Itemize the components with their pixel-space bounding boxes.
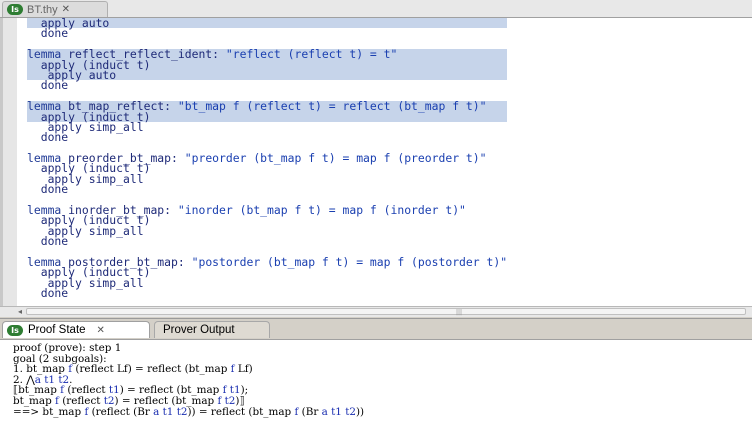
proof-text: (reflect (Br <box>88 405 154 418</box>
scrollbar-thumb[interactable]: ||| <box>26 308 746 316</box>
close-icon[interactable]: ✕ <box>97 325 105 336</box>
bottom-tab-bar: Is Proof State ✕ Prover Output <box>0 318 752 339</box>
tab-prover-output[interactable]: Prover Output <box>154 321 270 338</box>
code-line[interactable]: apply simp_all <box>27 173 507 184</box>
code-token: done <box>27 234 69 249</box>
string-token: "inorder (bt_map f t) = map f (inorder t… <box>177 203 466 218</box>
close-icon[interactable]: ✕ <box>62 4 70 15</box>
isabelle-theory-icon: Is <box>7 4 23 15</box>
proof-state-line: ==> bt_map f (reflect (Br a t1 t2)) = re… <box>13 405 365 418</box>
proof-text: )) = reflect (bt_map <box>187 405 295 418</box>
code-line[interactable]: apply simp_all <box>27 277 507 288</box>
scrollbar-grip-icon: ||| <box>456 309 463 316</box>
bound-variable: a t1 t2 <box>321 405 356 418</box>
proof-text: Lf) <box>234 363 253 376</box>
string-token: "postorder (bt_map f t) = map f (postord… <box>191 254 508 269</box>
tab-proof-state[interactable]: Is Proof State ✕ <box>2 321 150 338</box>
code-token: done <box>27 26 69 41</box>
code-line[interactable]: apply auto <box>27 18 508 29</box>
horizontal-scrollbar[interactable]: ◂ ||| <box>0 306 752 317</box>
isabelle-proof-icon: Is <box>7 324 23 336</box>
code-token: done <box>27 78 69 93</box>
editor-tab-label: BT.thy <box>27 3 58 16</box>
code-token: done <box>27 286 69 301</box>
editor-ruler <box>3 18 17 306</box>
code-line[interactable]: apply auto <box>27 69 508 81</box>
code-line[interactable]: apply simp_all <box>27 121 507 132</box>
editor-tab-bt-thy[interactable]: Is BT.thy ✕ <box>2 1 108 17</box>
tab-proof-state-label: Proof State <box>28 324 86 336</box>
string-token: "preorder (bt_map f t) = map f (preorder… <box>184 151 487 166</box>
string-token: "bt_map f (reflect t) = reflect (bt_map … <box>177 99 487 114</box>
proof-state-text: proof (prove): step 1 goal (2 subgoals): 1… <box>13 343 364 417</box>
string-token: "reflect (reflect t) = t" <box>225 47 398 62</box>
editor-tab-bar: Is BT.thy ✕ <box>0 0 752 18</box>
proof-text: (reflect Lf) = reflect (bt_map <box>72 363 231 376</box>
proof-text: (Br <box>298 405 322 418</box>
theory-source[interactable]: apply auto done lemma reflect_reflect_ide… <box>27 18 508 301</box>
code-line[interactable]: apply simp_all <box>27 225 507 236</box>
code-token: done <box>27 130 69 145</box>
code-editor[interactable]: apply auto done lemma reflect_reflect_ide… <box>0 18 752 306</box>
scroll-left-icon[interactable]: ◂ <box>14 307 26 316</box>
tab-prover-output-label: Prover Output <box>163 324 235 336</box>
proof-text: )) <box>356 405 365 418</box>
proof-state-panel: proof (prove): step 1 goal (2 subgoals): 1… <box>0 339 752 424</box>
code-token: done <box>27 182 69 197</box>
bound-variable: a t1 t2 <box>153 405 188 418</box>
proof-text: ==> bt_map <box>13 405 85 418</box>
